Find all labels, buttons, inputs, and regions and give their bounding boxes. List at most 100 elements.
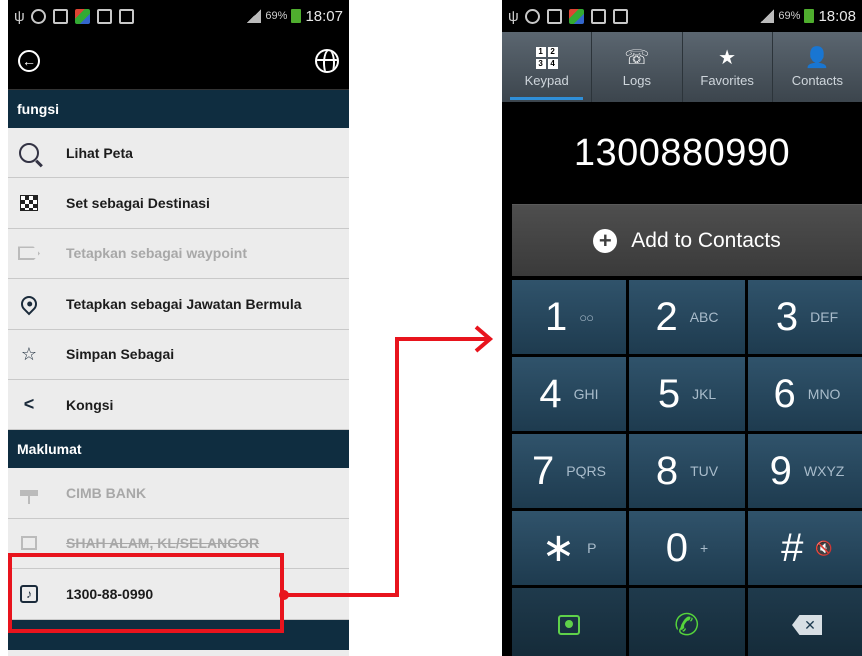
location-pin-icon xyxy=(17,292,41,316)
gallery-icon xyxy=(97,8,112,24)
key-digit: 6 xyxy=(773,372,796,416)
menu-item-label: Tetapkan sebagai Jawatan Bermula xyxy=(66,295,302,312)
call-action[interactable]: ✆ xyxy=(629,588,745,656)
info-item-label: SHAH ALAM, KL/SELANGOR xyxy=(66,535,260,552)
key-8[interactable]: 8 TUV xyxy=(629,434,745,508)
voicemail-icon: ○○ xyxy=(579,309,594,325)
battery-percent: 69% xyxy=(265,10,288,22)
menu-item-label: Lihat Peta xyxy=(66,144,133,161)
key-letters: P xyxy=(587,540,597,556)
menu-item-lihat-peta[interactable]: Lihat Peta xyxy=(8,128,349,179)
app-notification-icon xyxy=(75,8,90,24)
key-letters: TUV xyxy=(690,463,719,479)
tab-label: Contacts xyxy=(791,72,844,88)
add-to-contacts-button[interactable]: + Add to Contacts xyxy=(512,204,862,276)
battery-icon xyxy=(804,9,815,23)
status-bar: ψ 69% 18:08 xyxy=(502,0,862,32)
signal-icon xyxy=(247,9,262,23)
menu-item-jawatan-bermula[interactable]: Tetapkan sebagai Jawatan Bermula xyxy=(8,279,349,330)
status-right: 69% 18:07 xyxy=(247,8,343,25)
key-4[interactable]: 4 GHI xyxy=(512,357,626,431)
map-search-icon xyxy=(18,142,40,164)
usb-icon: ψ xyxy=(508,7,519,25)
key-digit: 4 xyxy=(539,372,562,416)
person-icon: 👤 xyxy=(804,46,830,69)
key-3[interactable]: 3 DEF xyxy=(748,280,862,354)
menu-item-label: Simpan Sebagai xyxy=(66,346,175,363)
clock: 18:07 xyxy=(305,7,343,25)
screenshot-root: ψ 69% 18:07 ← fungsi Lihat Peta Set seba… xyxy=(0,0,862,656)
signal-icon xyxy=(760,9,775,23)
key-digit: 3 xyxy=(775,295,799,339)
section-header-maklumat: Maklumat xyxy=(8,430,349,469)
dialer-tabs: 1234 Keypad ☏ Logs ★ Favorites 👤 Contact… xyxy=(502,32,862,102)
key-0[interactable]: 0 + xyxy=(629,511,745,585)
dial-keypad: 1 ○○ 2 ABC 3 DEF 4 GHI 5 JKL 6 MNO 7 PQRS 8 TUV … xyxy=(512,280,862,656)
menu-item-label: Set sebagai Destinasi xyxy=(66,195,210,212)
key-digit: 5 xyxy=(657,372,681,416)
tab-favorites[interactable]: ★ Favorites xyxy=(683,32,773,102)
add-to-contacts-label: Add to Contacts xyxy=(631,228,781,252)
info-item-label: CIMB BANK xyxy=(66,485,147,502)
key-hash[interactable]: # 🔇 xyxy=(748,511,862,585)
key-2[interactable]: 2 ABC xyxy=(629,280,745,354)
key-digit: 7 xyxy=(532,449,555,493)
section-header-fungsi: fungsi xyxy=(8,90,349,128)
key-letters: MNO xyxy=(807,386,841,402)
menu-item-kongsi[interactable]: < Kongsi xyxy=(8,379,349,431)
tab-logs[interactable]: ☏ Logs xyxy=(592,32,683,102)
sim-icon xyxy=(53,8,68,24)
key-digit: 8 xyxy=(655,449,679,493)
globe-icon[interactable] xyxy=(315,48,339,73)
battery-percent: 69% xyxy=(778,10,801,22)
back-circle-icon[interactable]: ← xyxy=(18,49,40,72)
key-digit: 1 xyxy=(545,295,568,339)
call-logs-icon: ☏ xyxy=(624,46,650,69)
download-icon xyxy=(119,8,134,24)
app-notification-icon xyxy=(569,8,584,24)
key-digit: # xyxy=(781,526,804,570)
star-save-icon: ☆ xyxy=(20,343,38,364)
key-letters: PQRS xyxy=(566,463,606,479)
tab-label: Logs xyxy=(622,72,651,88)
key-letters: + xyxy=(700,540,709,556)
key-6[interactable]: 6 MNO xyxy=(748,357,862,431)
tab-keypad[interactable]: 1234 Keypad xyxy=(502,32,593,102)
mute-icon: 🔇 xyxy=(815,539,833,556)
usb-icon: ψ xyxy=(14,7,25,25)
phone-call-icon: ✆ xyxy=(671,606,703,644)
gallery-icon xyxy=(591,8,606,24)
backspace-icon: ✕ xyxy=(792,615,822,635)
key-letters: ABC xyxy=(689,309,719,325)
key-7[interactable]: 7 PQRS xyxy=(512,434,626,508)
tab-label: Keypad xyxy=(524,72,569,88)
key-5[interactable]: 5 JKL xyxy=(629,357,745,431)
key-9[interactable]: 9 WXYZ xyxy=(748,434,862,508)
gps-icon xyxy=(31,8,46,24)
home-icon xyxy=(18,532,40,554)
key-letters: GHI xyxy=(573,386,599,402)
contact-card-icon xyxy=(558,615,580,635)
menu-item-simpan-sebagai[interactable]: ☆ Simpan Sebagai xyxy=(8,329,349,380)
checkered-flag-icon xyxy=(18,192,40,214)
key-digit: 9 xyxy=(769,449,792,493)
notification-icons: ψ xyxy=(14,7,247,25)
battery-icon xyxy=(291,9,302,23)
download-icon xyxy=(613,8,628,24)
key-letters: JKL xyxy=(692,386,717,402)
menu-item-label: Tetapkan sebagai waypoint xyxy=(66,245,248,262)
notification-icons: ψ xyxy=(508,7,760,25)
keypad-icon: 1234 xyxy=(535,46,558,69)
sim-icon xyxy=(547,8,562,24)
tab-contacts[interactable]: 👤 Contacts xyxy=(773,32,862,102)
menu-item-set-destinasi[interactable]: Set sebagai Destinasi xyxy=(8,178,349,229)
add-contact-action[interactable] xyxy=(512,588,626,656)
backspace-action[interactable]: ✕ xyxy=(748,588,862,656)
key-digit: 0 xyxy=(665,526,689,570)
key-digit: 2 xyxy=(655,295,678,339)
dialed-number: 1300880990 xyxy=(502,102,862,204)
menu-item-waypoint: Tetapkan sebagai waypoint xyxy=(8,228,349,280)
clock: 18:08 xyxy=(818,7,856,25)
key-1[interactable]: 1 ○○ xyxy=(512,280,626,354)
key-star[interactable]: ∗ P xyxy=(512,511,626,585)
